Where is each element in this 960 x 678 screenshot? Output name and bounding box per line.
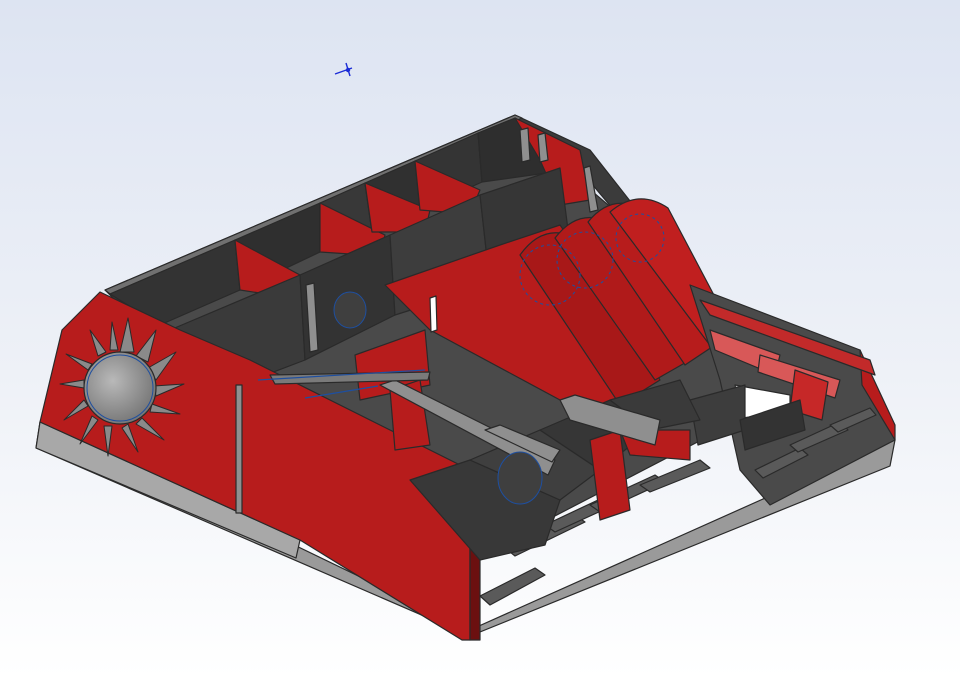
viewport-canvas[interactable] — [0, 0, 960, 678]
cad-graphics-viewport[interactable] — [0, 0, 960, 678]
opening-highlight — [429, 295, 438, 333]
end-plate-rib[interactable] — [235, 384, 243, 514]
